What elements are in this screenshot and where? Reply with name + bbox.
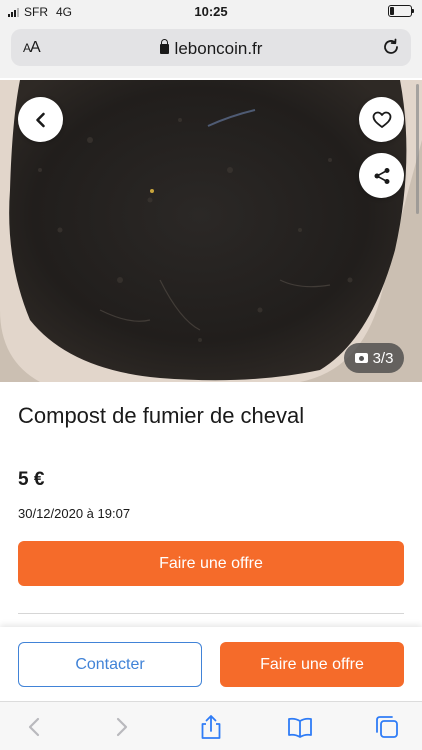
- heart-icon: [372, 111, 391, 128]
- photo-counter-label: 3/3: [372, 349, 394, 367]
- listing-title: Compost de fumier de cheval: [18, 403, 305, 428]
- favorite-button[interactable]: [359, 97, 404, 142]
- battery-icon: [388, 5, 414, 17]
- safari-back-icon[interactable]: [22, 714, 48, 740]
- share-button[interactable]: [359, 153, 404, 198]
- battery-fill: [390, 7, 394, 15]
- contact-button[interactable]: Contacter: [18, 642, 202, 687]
- status-time: 10:25: [194, 4, 228, 19]
- bottom-offer-button[interactable]: Faire une offre: [220, 642, 404, 687]
- reload-icon[interactable]: [381, 37, 401, 57]
- compost-image: [0, 80, 422, 382]
- safari-forward-icon[interactable]: [108, 714, 134, 740]
- camera-icon: [354, 353, 368, 363]
- url-display[interactable]: leboncoin.fr: [11, 39, 411, 59]
- bookmarks-icon[interactable]: [287, 714, 313, 740]
- listing-photo[interactable]: [0, 80, 422, 382]
- browser-top-bar: AA leboncoin.fr: [0, 24, 422, 78]
- make-offer-button[interactable]: Faire une offre: [18, 541, 404, 586]
- scroll-indicator[interactable]: [416, 84, 419, 214]
- back-arrow-icon: [35, 112, 45, 127]
- url-text: leboncoin.fr: [174, 39, 263, 58]
- back-button[interactable]: [18, 97, 63, 142]
- safari-toolbar: [0, 701, 422, 750]
- address-bar[interactable]: AA leboncoin.fr: [11, 29, 411, 66]
- lock-icon: [159, 39, 169, 54]
- safari-share-icon[interactable]: [198, 714, 224, 740]
- listing-date: 30/12/2020 à 19:07: [18, 506, 131, 521]
- photo-counter[interactable]: 3/3: [344, 343, 404, 373]
- listing-price: 5 €: [18, 469, 45, 490]
- divider: [18, 613, 404, 614]
- status-bar: SFR 4G 10:25: [0, 0, 422, 24]
- share-icon: [374, 167, 389, 184]
- tabs-icon[interactable]: [374, 714, 400, 740]
